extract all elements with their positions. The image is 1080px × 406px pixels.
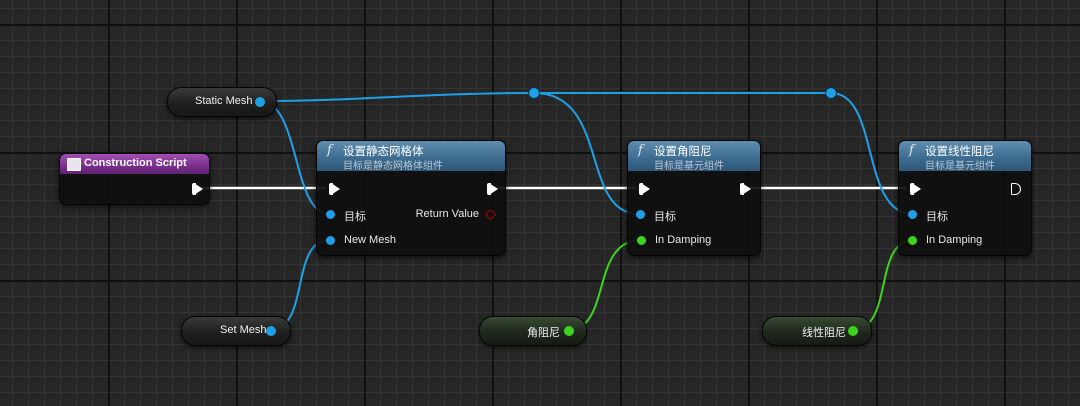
exec-in-pin[interactable] — [639, 183, 650, 195]
exec-out-pin[interactable] — [192, 183, 203, 195]
angular-damping-variable-node[interactable]: 角阻尼 — [479, 316, 587, 346]
variable-label: 线性阻尼 — [802, 327, 846, 339]
object-output-pin[interactable] — [255, 97, 265, 107]
node-subtitle: 目标是静态网格体组件 — [343, 161, 443, 172]
pin-label: New Mesh — [344, 234, 396, 246]
object-wire-static-mesh-to-reroute — [259, 92, 535, 102]
function-icon: f — [909, 143, 914, 158]
return-output-pin[interactable] — [486, 210, 495, 219]
construction-script-node[interactable]: Construction Script — [59, 153, 210, 205]
set-mesh-variable-node[interactable]: Set Mesh — [181, 316, 291, 346]
in-damping-pin[interactable]: In Damping — [637, 234, 711, 246]
exec-out-pin[interactable] — [740, 183, 751, 195]
pin-label: In Damping — [655, 234, 712, 246]
blueprint-graph-canvas[interactable]: Construction Script Static Mesh Set Mesh… — [0, 0, 1080, 406]
linear-damping-variable-node[interactable]: 线性阻尼 — [762, 316, 872, 346]
reroute-node[interactable] — [529, 88, 539, 98]
node-subtitle: 目标是基元组件 — [654, 161, 724, 172]
target-pin[interactable]: 目标 — [636, 208, 676, 224]
pin-label: 目标 — [344, 211, 366, 223]
function-node-header: f 设置线性阻尼 目标是基元组件 — [899, 141, 1031, 172]
function-node-header: f 设置静态网格体 目标是静态网格体组件 — [317, 141, 505, 172]
object-wire-reroute-to-target-2 — [533, 92, 640, 215]
float-output-pin[interactable] — [848, 326, 858, 336]
exec-out-pin[interactable] — [487, 183, 498, 195]
reroute-node[interactable] — [826, 88, 836, 98]
static-mesh-variable-node[interactable]: Static Mesh — [167, 87, 277, 117]
function-icon: f — [327, 143, 332, 158]
float-input-pin[interactable] — [908, 236, 917, 245]
float-output-pin[interactable] — [564, 326, 574, 336]
set-angular-damping-node[interactable]: f 设置角阻尼 目标是基元组件 目标 In Damping — [627, 140, 761, 256]
object-input-pin[interactable] — [326, 210, 335, 219]
object-input-pin[interactable] — [908, 210, 917, 219]
pin-label: 目标 — [926, 211, 948, 223]
target-pin[interactable]: 目标 — [326, 208, 366, 224]
exec-in-pin[interactable] — [329, 183, 340, 195]
event-node-header: Construction Script — [60, 154, 209, 174]
node-subtitle: 目标是基元组件 — [925, 161, 995, 172]
exec-out-pin-unconnected[interactable] — [1011, 183, 1021, 195]
variable-label: Set Mesh — [220, 324, 267, 336]
in-damping-pin[interactable]: In Damping — [908, 234, 982, 246]
float-input-pin[interactable] — [637, 236, 646, 245]
object-input-pin[interactable] — [326, 236, 335, 245]
target-pin[interactable]: 目标 — [908, 208, 948, 224]
object-output-pin[interactable] — [266, 326, 276, 336]
exec-in-pin[interactable] — [910, 183, 921, 195]
variable-label: Static Mesh — [195, 95, 253, 107]
function-node-header: f 设置角阻尼 目标是基元组件 — [628, 141, 760, 172]
function-graph-icon — [67, 158, 81, 171]
variable-label: 角阻尼 — [527, 327, 560, 339]
function-icon: f — [638, 143, 643, 158]
return-value-pin[interactable]: Return Value — [416, 208, 495, 220]
object-input-pin[interactable] — [636, 210, 645, 219]
pin-label: In Damping — [926, 234, 983, 246]
set-static-mesh-node[interactable]: f 设置静态网格体 目标是静态网格体组件 目标 New Mesh Return … — [316, 140, 506, 256]
pin-label: Return Value — [415, 208, 479, 220]
pin-label: 目标 — [654, 211, 676, 223]
new-mesh-pin[interactable]: New Mesh — [326, 234, 396, 246]
event-node-title: Construction Script — [84, 157, 187, 169]
set-linear-damping-node[interactable]: f 设置线性阻尼 目标是基元组件 目标 In Damping — [898, 140, 1032, 256]
